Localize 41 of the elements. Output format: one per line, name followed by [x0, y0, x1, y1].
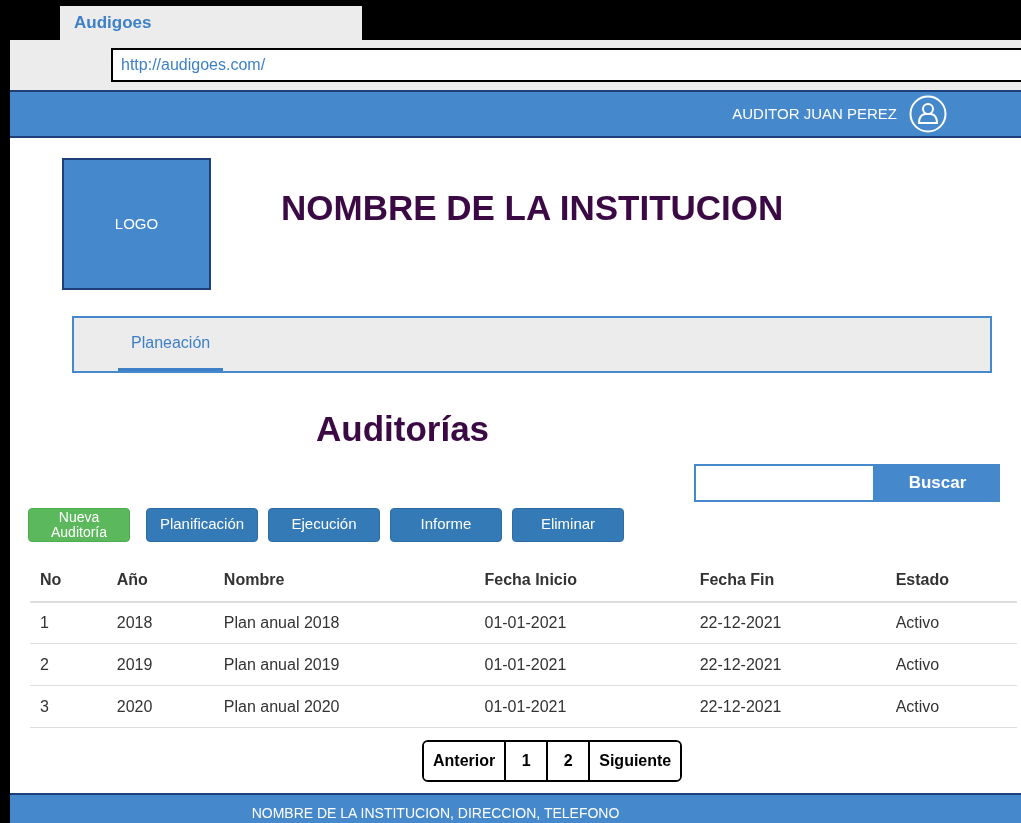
table-cell: Plan anual 2019 — [223, 655, 340, 673]
user-icon[interactable] — [909, 95, 947, 133]
browser-tab[interactable]: Audigoes — [60, 6, 362, 40]
column-header: Año — [116, 571, 148, 588]
table-cell: 2020 — [116, 697, 153, 715]
page-button[interactable]: Siguiente — [588, 742, 681, 780]
column-header: Nombre — [223, 571, 285, 588]
action-button[interactable]: Nueva Auditoría — [28, 507, 130, 542]
action-button[interactable]: Planificación — [146, 507, 258, 542]
logo-text: LOGO — [114, 213, 159, 234]
table-cell: Activo — [895, 697, 940, 715]
action-button[interactable]: Informe — [390, 507, 502, 542]
table-cell: 22-12-2021 — [699, 697, 782, 715]
user-name: AUDITOR JUAN PEREZ — [732, 103, 897, 124]
table-cell: Activo — [895, 613, 940, 631]
table-cell: 22-12-2021 — [699, 613, 782, 631]
column-header: No — [40, 571, 62, 588]
table-cell: 01-01-2021 — [484, 697, 567, 715]
institution-name: NOMBRE DE LA INSTITUCION — [281, 187, 784, 229]
column-header: Estado — [895, 571, 949, 588]
action-button[interactable]: Eliminar — [512, 507, 624, 542]
column-header: Fecha Inicio — [484, 571, 577, 588]
table-cell: 01-01-2021 — [484, 613, 567, 631]
table-cell: 22-12-2021 — [699, 655, 782, 673]
table-cell: 1 — [40, 613, 49, 631]
page-title: Auditorías — [316, 408, 490, 450]
footer-text: NOMBRE DE LA INSTITUCION, DIRECCION, TELEFONO — [251, 805, 620, 821]
search-field[interactable] — [694, 463, 875, 502]
table-cell: Plan anual 2018 — [223, 613, 340, 631]
column-header: Fecha Fin — [699, 571, 775, 588]
url-field[interactable]: http://audigoes.com/ — [111, 48, 1021, 82]
table-cell: 2019 — [116, 655, 153, 673]
table-cell: 2 — [40, 655, 49, 673]
table-cell: 3 — [40, 697, 49, 715]
search-button[interactable]: Buscar — [875, 463, 1000, 502]
action-button[interactable]: Ejecución — [268, 507, 380, 542]
table-cell: 2018 — [116, 613, 153, 631]
table-cell: Plan anual 2020 — [223, 697, 340, 715]
table-cell: Activo — [895, 655, 940, 673]
nav-tab[interactable]: Planeación — [118, 318, 224, 371]
table-cell: 01-01-2021 — [484, 655, 567, 673]
